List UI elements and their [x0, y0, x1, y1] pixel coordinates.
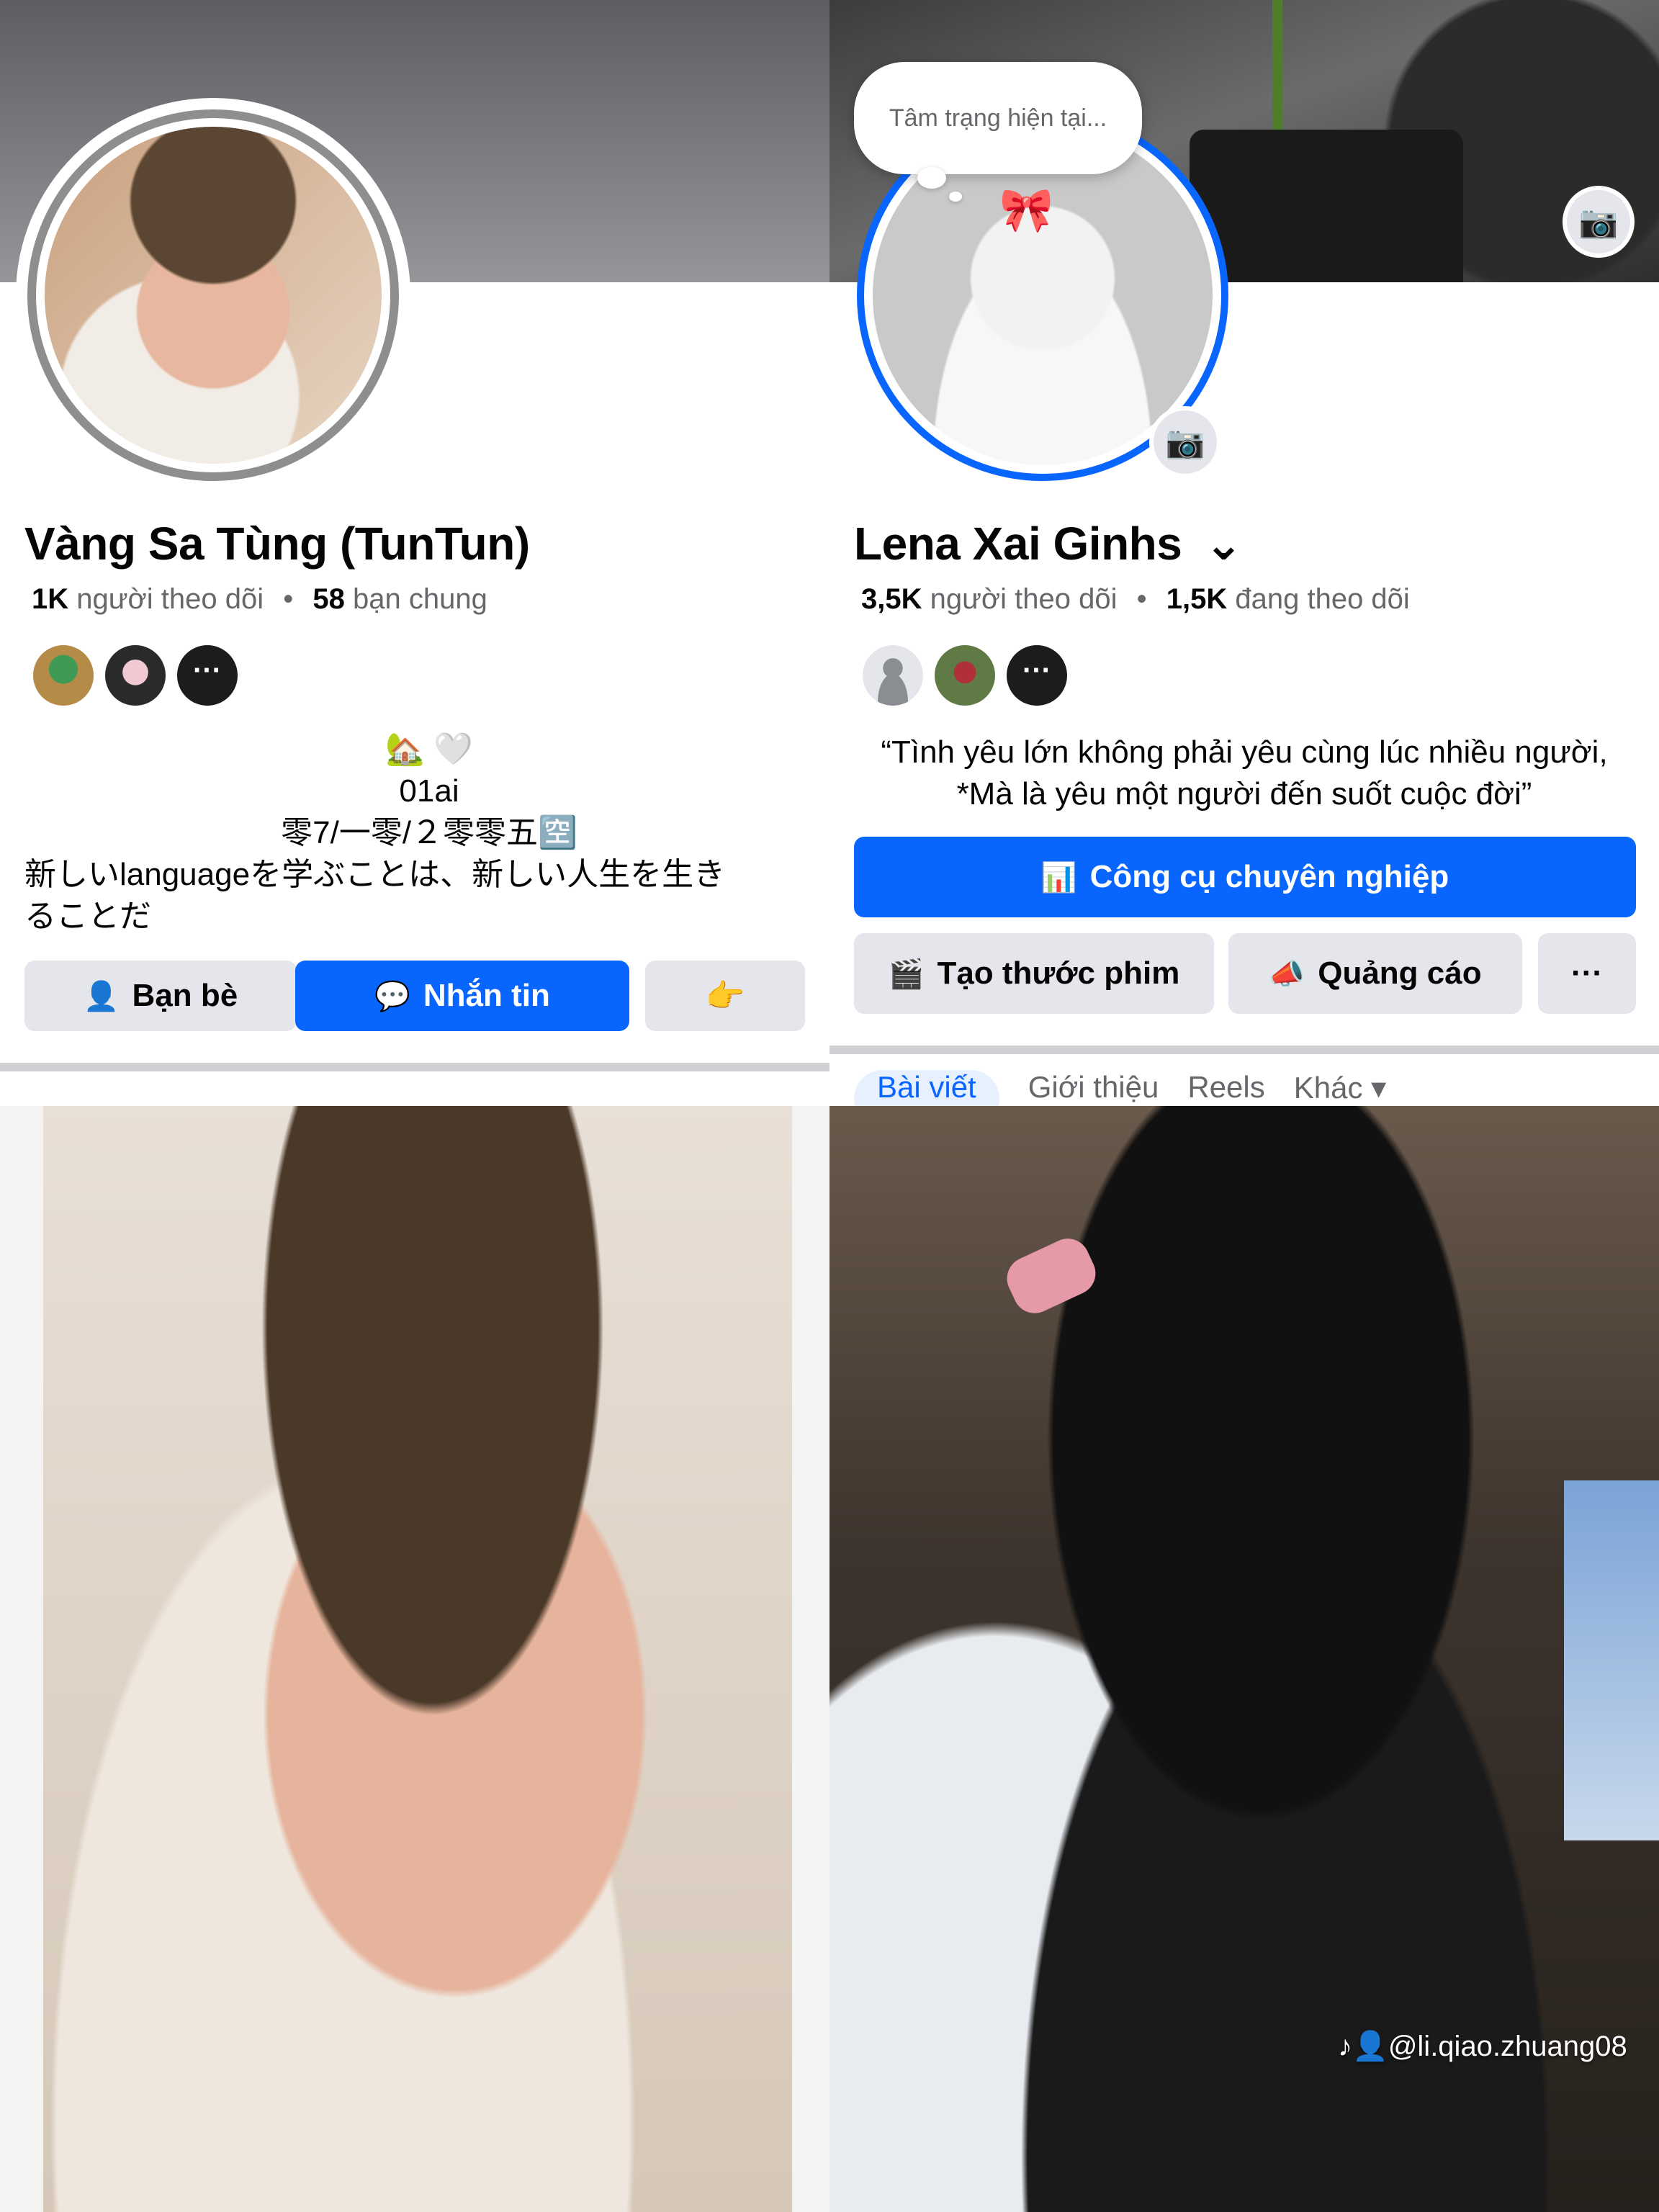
ads-button[interactable]: 📣 Quảng cáo	[1228, 933, 1522, 1014]
following-count[interactable]: 1,5K	[1166, 583, 1228, 615]
default-avatar-icon[interactable]	[860, 642, 926, 709]
message-button[interactable]: 💬 Nhắn tin	[295, 961, 629, 1031]
dashboard-icon: 📊	[1040, 861, 1077, 894]
poke-icon: 👉	[705, 979, 745, 1014]
bow-icon: 🎀	[999, 186, 1053, 234]
friend-avatar[interactable]	[30, 642, 96, 709]
profile-name-text: Lena Xai Ginhs	[854, 518, 1182, 570]
hair-clip	[999, 1231, 1103, 1321]
tab-reels[interactable]: Reels	[1187, 1070, 1264, 1106]
profile-bio: 🏡 🤍 01ai 零7/一零/２零零五🈳 新しいlanguageを学ぶことは、新…	[0, 729, 830, 938]
friend-check-icon: 👤	[83, 980, 120, 1012]
profile-bio: “Tình yêu lớn không phải yêu cùng lúc nh…	[844, 732, 1645, 815]
tab-more[interactable]: Khác ▾	[1294, 1070, 1386, 1106]
bio-line: *Mà là yêu một người đến suốt cuộc đời”	[956, 776, 1532, 811]
messenger-icon: 💬	[374, 980, 410, 1012]
more-followers-icon[interactable]: ···	[1004, 642, 1070, 709]
friends-button-label: Bạn bè	[132, 978, 238, 1013]
section-divider	[830, 1046, 1659, 1054]
photo-panel-woman: ♪👤@li.qiao.zhuang08	[830, 1106, 1659, 2212]
profile-tabs: Bài viết Giới thiệu Reels Khác ▾	[854, 1070, 1646, 1106]
message-button-label: Nhắn tin	[423, 978, 550, 1013]
more-icon: ···	[1571, 956, 1603, 991]
chevron-down-icon[interactable]: ⌄	[1205, 518, 1244, 570]
poke-button[interactable]: 👉	[645, 961, 805, 1031]
more-friends-icon[interactable]: ···	[174, 642, 240, 709]
profile-name: Vàng Sa Tùng (TunTun)	[24, 518, 530, 570]
friends-button[interactable]: 👤 Bạn bè	[24, 961, 297, 1031]
megaphone-icon: 📣	[1269, 958, 1305, 990]
followers-label[interactable]: người theo dõi	[76, 583, 264, 615]
tab-posts[interactable]: Bài viết	[854, 1070, 999, 1106]
profile-avatar[interactable]	[19, 101, 408, 490]
ads-button-label: Quảng cáo	[1318, 956, 1482, 991]
mutual-friends-avatars[interactable]: ···	[30, 642, 261, 714]
bio-line: ることだ	[24, 899, 151, 934]
cover-camera-icon[interactable]: 📷	[1563, 186, 1635, 258]
bubble-tail	[949, 192, 962, 202]
friend-avatar[interactable]	[102, 642, 168, 709]
bio-line: “Tình yêu lớn không phải yêu cùng lúc nh…	[881, 734, 1608, 770]
follower-avatar[interactable]	[932, 642, 998, 709]
profile-photo-large[interactable]	[43, 1106, 792, 2212]
profile-stats: 3,5K người theo dõi • 1,5K đang theo dõi	[861, 583, 1410, 616]
avatar-camera-icon[interactable]: 📷	[1149, 406, 1221, 478]
section-divider	[0, 1063, 830, 1071]
avatar-photo	[45, 127, 382, 464]
profile-name[interactable]: Lena Xai Ginhs ⌄	[854, 517, 1243, 571]
following-label[interactable]: đang theo dõi	[1235, 583, 1409, 615]
bio-line: 新しいlanguageを学ぶことは、新しい人生を生き	[24, 857, 726, 892]
mutual-friends-label[interactable]: bạn chung	[353, 583, 487, 615]
watermark-text: @li.qiao.zhuang08	[1388, 2031, 1627, 2062]
followers-label[interactable]: người theo dõi	[930, 583, 1118, 615]
window-background	[1564, 1480, 1659, 1840]
profile-panel-vang-sa-tung: Vàng Sa Tùng (TunTun) 1K người theo dõi …	[0, 0, 830, 1106]
create-reel-label: Tạo thước phim	[937, 956, 1180, 991]
bio-line: 01ai	[399, 773, 459, 809]
mutual-friends-count[interactable]: 58	[313, 583, 345, 615]
more-options-button[interactable]: ···	[1538, 933, 1636, 1014]
bio-line: 🏡 🤍	[385, 732, 473, 767]
bubble-tail	[917, 167, 946, 189]
tab-about[interactable]: Giới thiệu	[1028, 1070, 1159, 1106]
profile-stats: 1K người theo dõi • 58 bạn chung	[32, 583, 487, 616]
followers-avatars[interactable]: ···	[860, 642, 1090, 714]
status-bubble[interactable]: Tâm trạng hiện tại...	[854, 62, 1142, 174]
bio-line: 零7/一零/２零零五🈳	[281, 815, 577, 850]
followers-count[interactable]: 3,5K	[861, 583, 922, 615]
reel-icon: 🎬	[888, 958, 925, 990]
professional-tools-label: Công cụ chuyên nghiệp	[1089, 859, 1449, 894]
followers-count[interactable]: 1K	[32, 583, 68, 615]
professional-tools-button[interactable]: 📊 Công cụ chuyên nghiệp	[854, 837, 1636, 917]
tiktok-watermark: ♪👤@li.qiao.zhuang08	[1338, 2029, 1627, 2063]
profile-panel-lena-xai-ginhs: 📷 🎀 📷 Tâm trạng hiện tại... Lena Xai Gin…	[830, 0, 1659, 1106]
create-reel-button[interactable]: 🎬 Tạo thước phim	[854, 933, 1214, 1014]
stats-separator: •	[1136, 583, 1147, 615]
tiktok-icon: ♪👤	[1338, 2031, 1388, 2062]
photo-panel-man	[0, 1106, 830, 2212]
stats-separator: •	[283, 583, 294, 615]
